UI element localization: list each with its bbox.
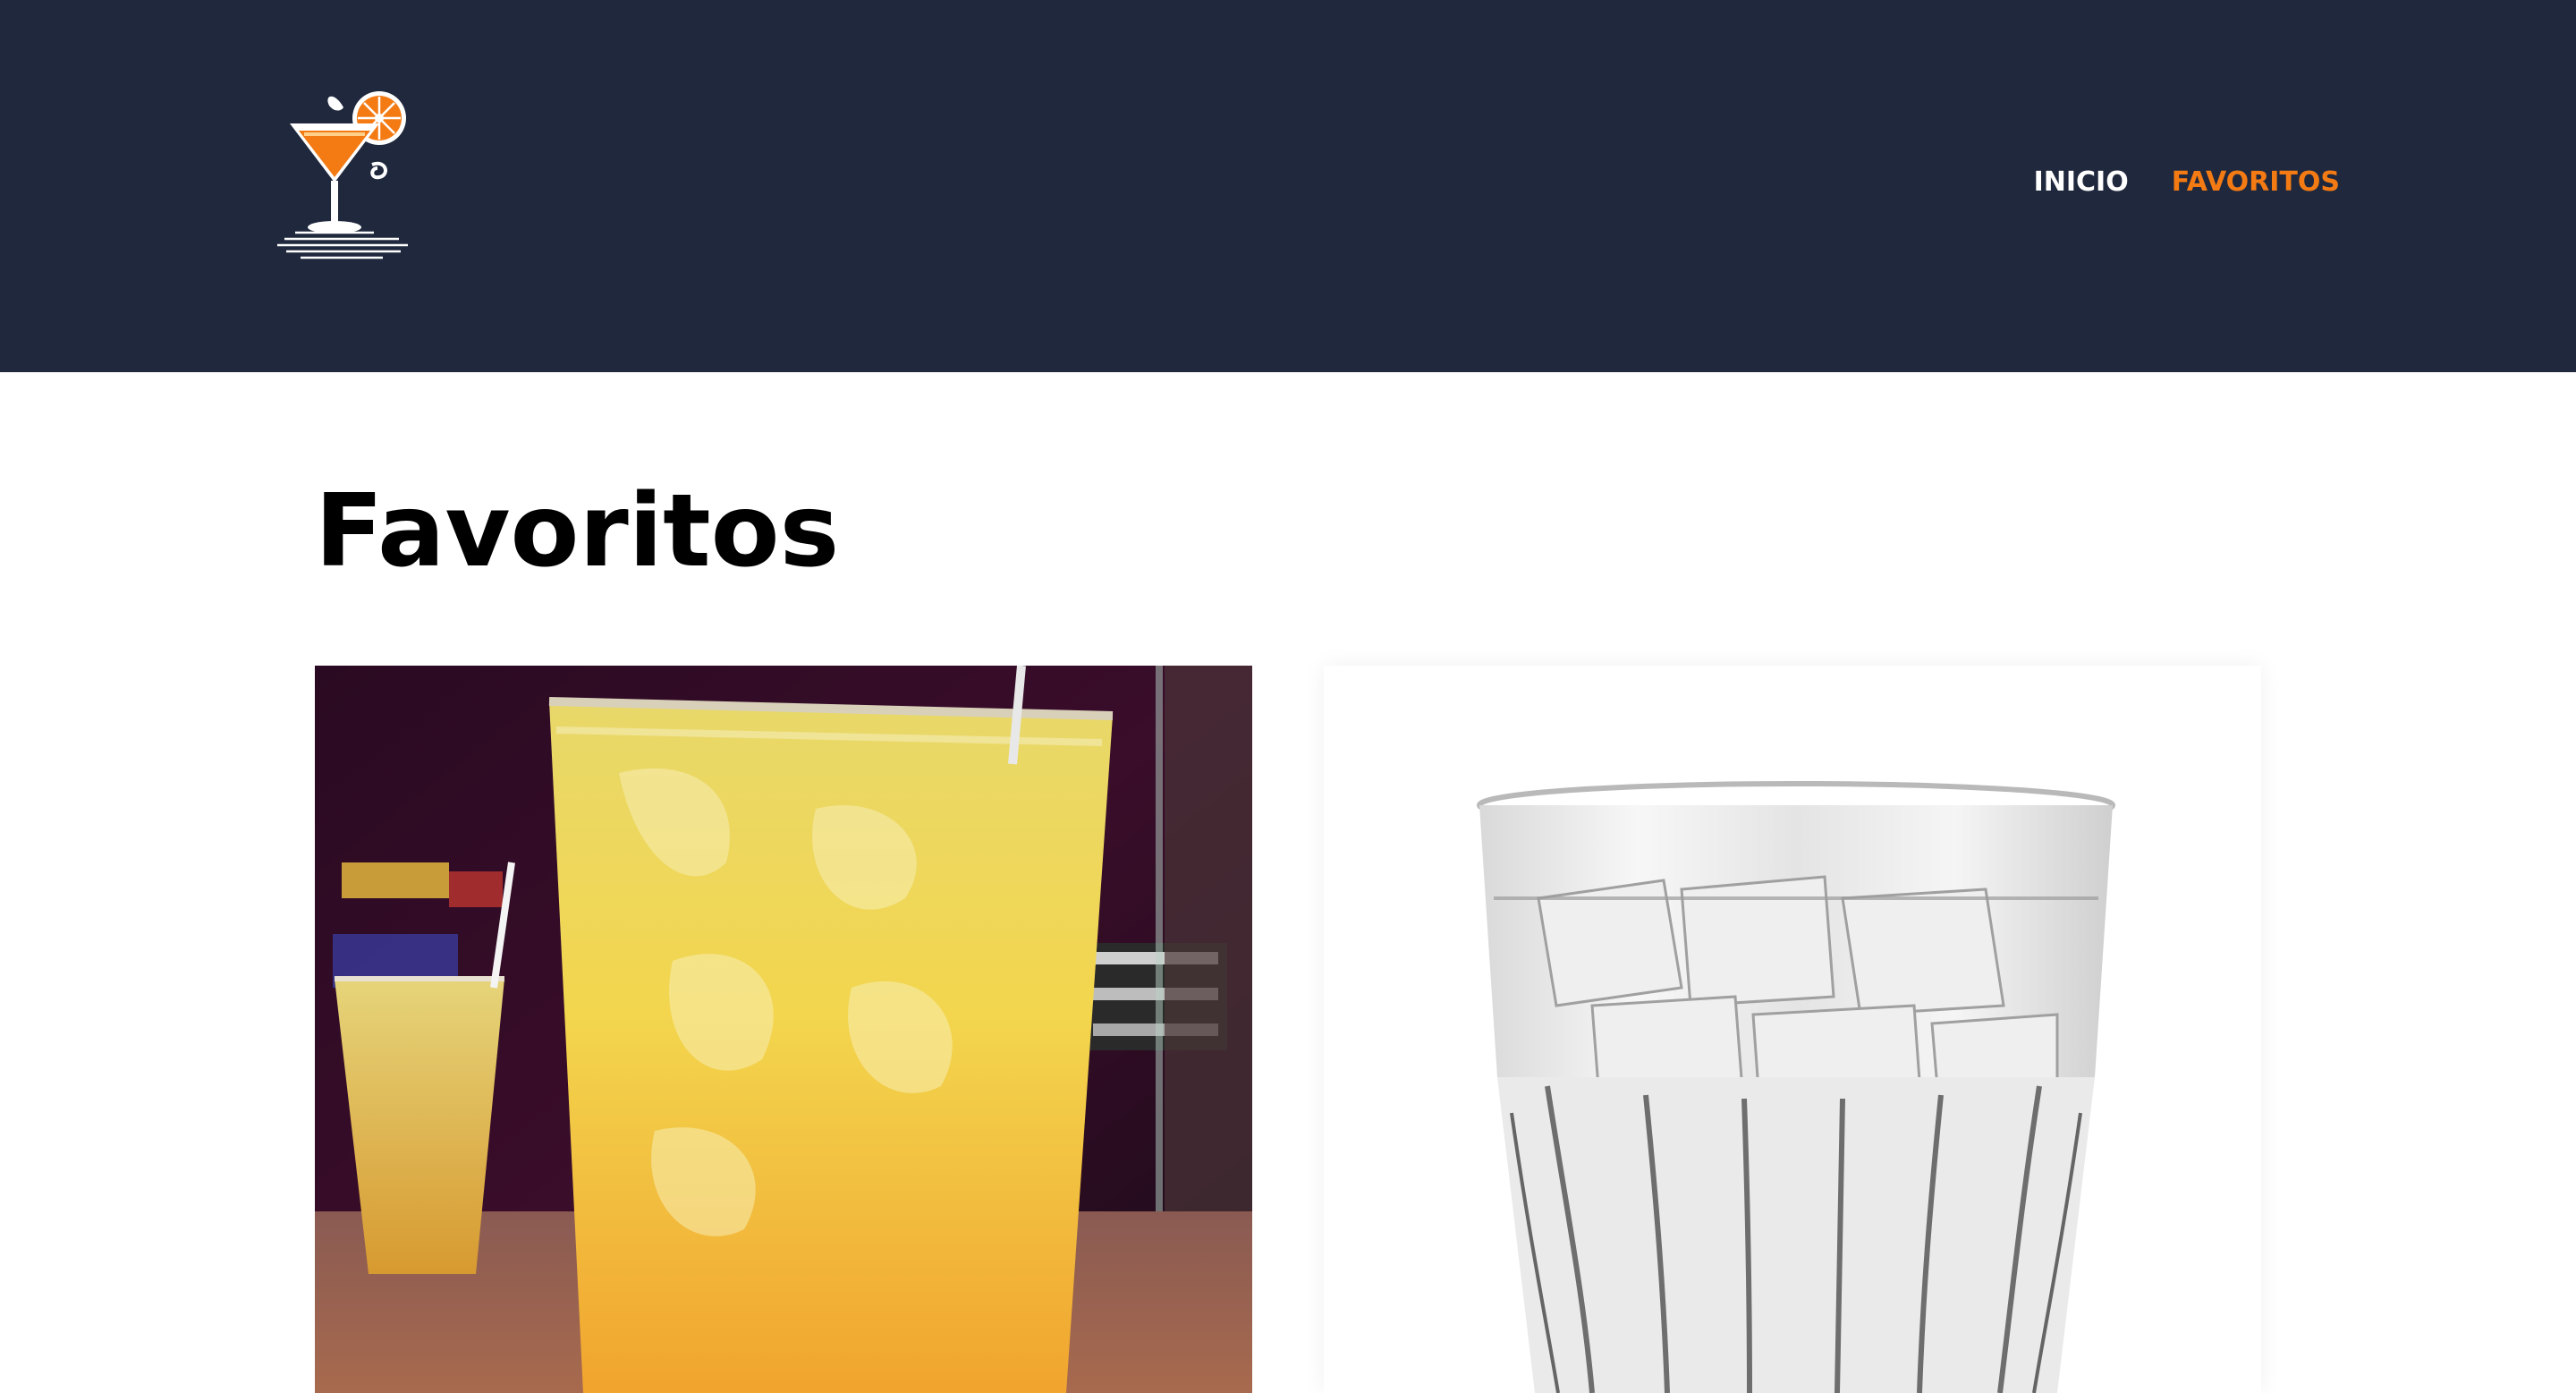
main-nav: INICIO FAVORITOS: [2034, 166, 2340, 198]
nav-favoritos-link[interactable]: FAVORITOS: [2172, 166, 2340, 198]
favorite-card[interactable]: [315, 666, 1252, 1393]
cocktail-glass-orange-slice-icon: [277, 91, 408, 259]
page-title: Favoritos: [315, 473, 840, 590]
site-header: INICIO FAVORITOS: [0, 0, 2576, 372]
site-logo[interactable]: [265, 82, 422, 268]
nav-inicio-link[interactable]: INICIO: [2034, 166, 2129, 198]
orange-cocktail-photo: [315, 666, 1252, 1393]
favorite-card[interactable]: [1324, 666, 2261, 1393]
glass-of-ice-water-photo: [1324, 666, 2261, 1393]
